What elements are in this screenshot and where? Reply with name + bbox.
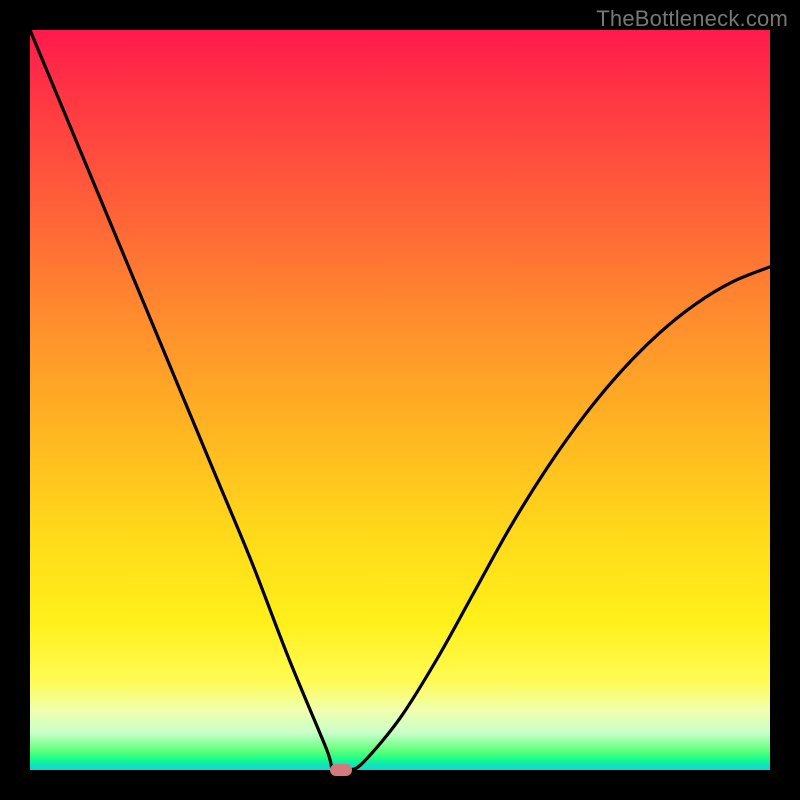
bottleneck-curve [30, 30, 770, 770]
plot-area [30, 30, 770, 770]
curve-path [30, 30, 770, 772]
minimum-marker [330, 764, 352, 776]
chart-frame: TheBottleneck.com [0, 0, 800, 800]
watermark-text: TheBottleneck.com [596, 6, 788, 32]
